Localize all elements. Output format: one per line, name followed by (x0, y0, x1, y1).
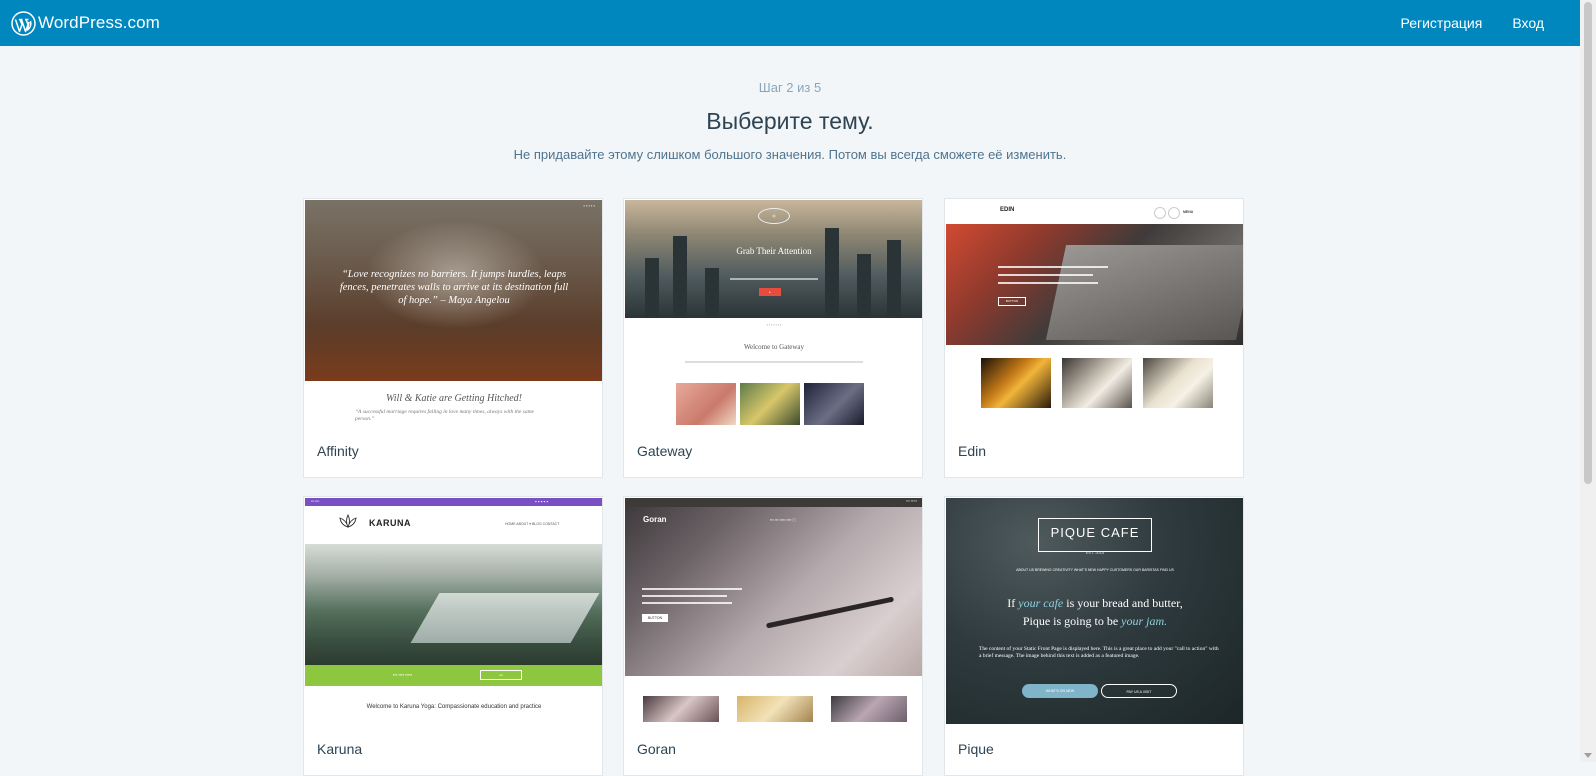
karuna-lake (410, 593, 600, 643)
affinity-quote: “Love recognizes no barriers. It jumps h… (339, 269, 569, 306)
edin-text-line (998, 274, 1093, 276)
gateway-building (857, 254, 871, 318)
gateway-building (705, 268, 719, 318)
theme-screenshot: ◎ Grab Their Attention ▸ ▪ ▪ ▪ ▪ ▪ ▪ ▪ W… (625, 200, 922, 426)
karuna-topbar: ▪▪▪ ▪▪▪▪ ▪ ▪ ▪ ▪ ▪ (305, 498, 602, 506)
page-subtitle: Не придавайте этому слишком большого зна… (513, 147, 1067, 162)
edin-header (946, 200, 1243, 224)
edin-logo: EDIN (1000, 207, 1015, 213)
gateway-button: ▸ (759, 288, 781, 296)
theme-name: Karuna (317, 741, 363, 757)
page-title: Выберите тему. (706, 108, 874, 134)
edin-thumb (1143, 358, 1213, 408)
karuna-nav: HOME ABOUT ▾ BLOG CONTACT (505, 522, 560, 526)
theme-name: Pique (958, 741, 994, 757)
edin-laptop (1045, 245, 1243, 340)
goran-text-line (642, 595, 727, 597)
pique-slogan-part: If (1007, 596, 1019, 610)
karuna-cta-text: ▪▪▪ ▪▪▪▪ ▪▪▪▪▪ (393, 672, 413, 677)
gateway-subtext-line (685, 361, 863, 363)
edin-thumb (1062, 358, 1132, 408)
login-link[interactable]: Вход (1512, 15, 1544, 31)
karuna-welcome: Welcome to Karuna Yoga: Compassionate ed… (366, 704, 542, 710)
pique-slogan-part: is your bread and butter, (1063, 596, 1183, 610)
gateway-thumb (740, 383, 800, 425)
affinity-subtext: “A successful marriage requires falling … (355, 409, 534, 422)
goran-thumb (643, 696, 719, 722)
goran-thumb (737, 696, 813, 722)
goran-hero-image (625, 507, 922, 676)
scroll-down-arrow-icon[interactable] (1584, 753, 1592, 758)
theme-card-pique[interactable]: PIQUE CAFE EST. 2015 ABOUT US BREWING CR… (944, 496, 1244, 776)
pique-slogan-part: Pique is going to be (1022, 614, 1122, 628)
brand-name: WordPress.com (38, 13, 160, 32)
theme-screenshot: ▪▪▪ ▪▪▪▪▪ Goran ▪▪▪ ▪▪▪ ▪▪▪▪▪ ▪▪▪▪ ▢ BUT… (625, 498, 922, 724)
edin-text-line (998, 282, 1098, 284)
theme-card-karuna[interactable]: ▪▪▪ ▪▪▪▪ ▪ ▪ ▪ ▪ ▪ KARUNA HOME ABOUT ▾ B… (303, 496, 603, 776)
theme-card-affinity[interactable]: ▪ ▪ ▪ ▪ ▪ “Love recognizes no barriers. … (303, 198, 603, 478)
signup-link[interactable]: Регистрация (1400, 15, 1482, 31)
edin-menu: MENU (1183, 210, 1194, 214)
edin-button: BUTTON (998, 297, 1026, 306)
goran-button: BUTTON (642, 614, 668, 622)
gateway-building (825, 228, 839, 318)
gateway-nav: ▪ ▪ ▪ ▪ ▪ ▪ ▪ (766, 323, 782, 327)
theme-name: Gateway (637, 443, 693, 459)
karuna-logo: KARUNA (369, 518, 411, 528)
gateway-thumb (676, 383, 736, 425)
affinity-nav: ▪ ▪ ▪ ▪ ▪ (583, 203, 595, 208)
pique-est: EST. 2015 (1085, 550, 1105, 555)
theme-name: Affinity (317, 443, 359, 459)
edin-menu-icon (1168, 207, 1180, 219)
pique-button-primary: WHAT'S ON NEW (1022, 684, 1098, 698)
gateway-title: Grab Their Attention (736, 246, 812, 256)
goran-text-line (642, 602, 732, 604)
goran-phone: ▪▪▪ ▪▪▪▪▪ (906, 499, 917, 503)
gateway-text-line (730, 278, 818, 280)
step-indicator: Шаг 2 из 5 (758, 80, 822, 95)
goran-topbar: ▪▪▪ ▪▪▪▪▪ (625, 498, 922, 507)
affinity-heading: Will & Katie are Getting Hitched! (386, 393, 522, 404)
pique-slogan-em: your jam. (1121, 614, 1168, 628)
vertical-scrollbar[interactable] (1580, 0, 1596, 762)
scrollbar-thumb[interactable] (1584, 2, 1592, 484)
theme-screenshot: PIQUE CAFE EST. 2015 ABOUT US BREWING CR… (946, 498, 1243, 724)
goran-thumb (831, 696, 907, 722)
karuna-cta-button: ▪▪▪▪ (480, 670, 522, 680)
edin-thumb (981, 358, 1051, 408)
pique-slogan-em: your cafe (1018, 596, 1064, 610)
theme-screenshot: EDIN MENU BUTTON (946, 200, 1243, 426)
lotus-logo-icon (339, 514, 357, 528)
theme-card-goran[interactable]: ▪▪▪ ▪▪▪▪▪ Goran ▪▪▪ ▪▪▪ ▪▪▪▪▪ ▪▪▪▪ ▢ BUT… (623, 496, 923, 776)
theme-name: Goran (637, 741, 676, 757)
edin-text-line (998, 266, 1108, 268)
goran-text-line (642, 588, 742, 590)
goran-nav: ▪▪▪ ▪▪▪ ▪▪▪▪▪ ▪▪▪▪ ▢ (770, 518, 796, 522)
wordpress-logo-icon (11, 10, 36, 36)
gateway-welcome: Welcome to Gateway (743, 343, 805, 351)
karuna-cta-bar: ▪▪▪ ▪▪▪▪ ▪▪▪▪▪ ▪▪▪▪ (305, 665, 602, 686)
gateway-logo-icon: ◎ (758, 208, 790, 224)
top-links: Регистрация Вход (1370, 15, 1544, 31)
pique-nav: ABOUT US BREWING CREATIVITY WHAT'S NEW H… (1016, 568, 1174, 572)
theme-screenshot: ▪▪▪ ▪▪▪▪ ▪ ▪ ▪ ▪ ▪ KARUNA HOME ABOUT ▾ B… (305, 498, 602, 724)
edin-search-icon (1154, 207, 1166, 219)
pique-logo: PIQUE CAFE (1050, 525, 1140, 540)
goran-logo: Goran (643, 515, 667, 524)
theme-screenshot: ▪ ▪ ▪ ▪ ▪ “Love recognizes no barriers. … (305, 200, 602, 426)
pique-button-secondary: PAY US A VISIT (1101, 684, 1177, 698)
pique-logo-box: PIQUE CAFE (1038, 518, 1152, 552)
karuna-social-icons: ▪ ▪ ▪ ▪ ▪ (535, 499, 548, 504)
pique-body: The content of your Static Front Page is… (979, 646, 1219, 659)
wordpress-home-link[interactable]: WordPress.com (11, 10, 160, 36)
theme-name: Edin (958, 443, 987, 459)
pique-slogan: If your cafe is your bread and butter, P… (946, 594, 1243, 630)
masterbar: WordPress.com Регистрация Вход (0, 0, 1580, 46)
gateway-thumb (804, 383, 864, 425)
theme-card-gateway[interactable]: ◎ Grab Their Attention ▸ ▪ ▪ ▪ ▪ ▪ ▪ ▪ W… (623, 198, 923, 478)
karuna-phone: ▪▪▪ ▪▪▪▪ (311, 499, 320, 503)
theme-card-edin[interactable]: EDIN MENU BUTTON Edin (944, 198, 1244, 478)
gateway-building (645, 258, 659, 318)
